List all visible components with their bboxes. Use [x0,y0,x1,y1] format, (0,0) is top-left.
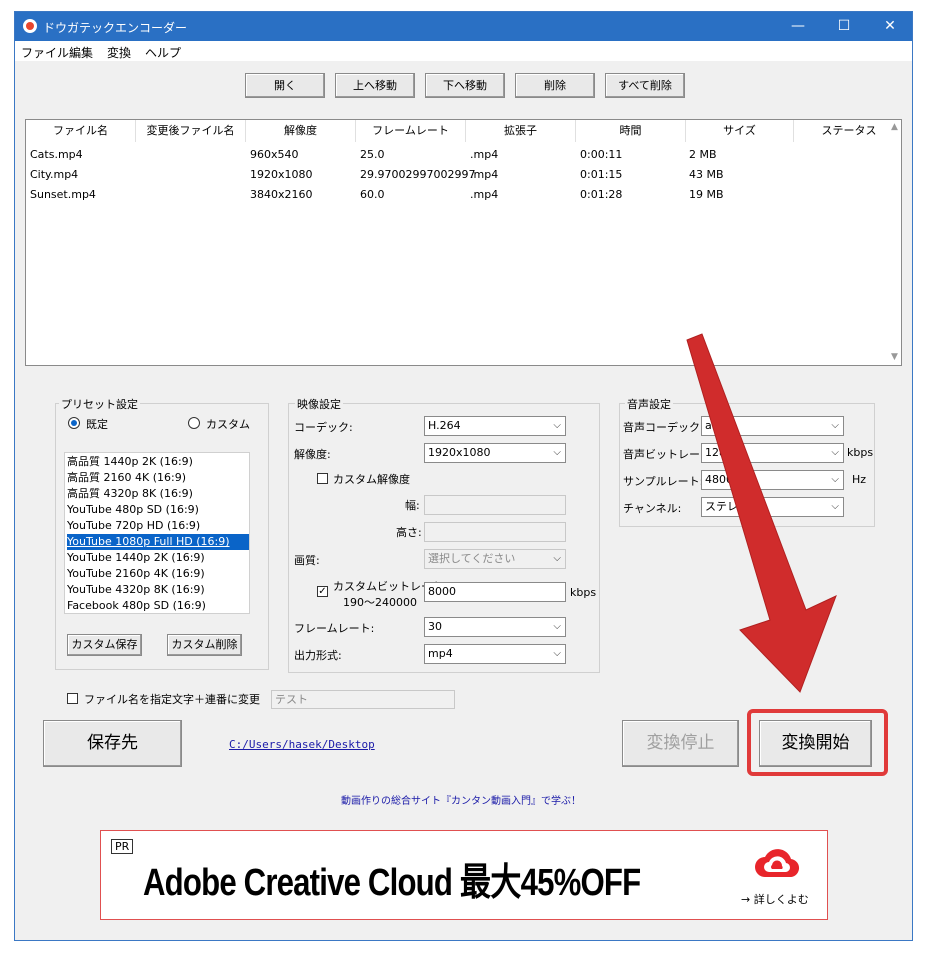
annotation-arrow-icon [686,333,837,693]
